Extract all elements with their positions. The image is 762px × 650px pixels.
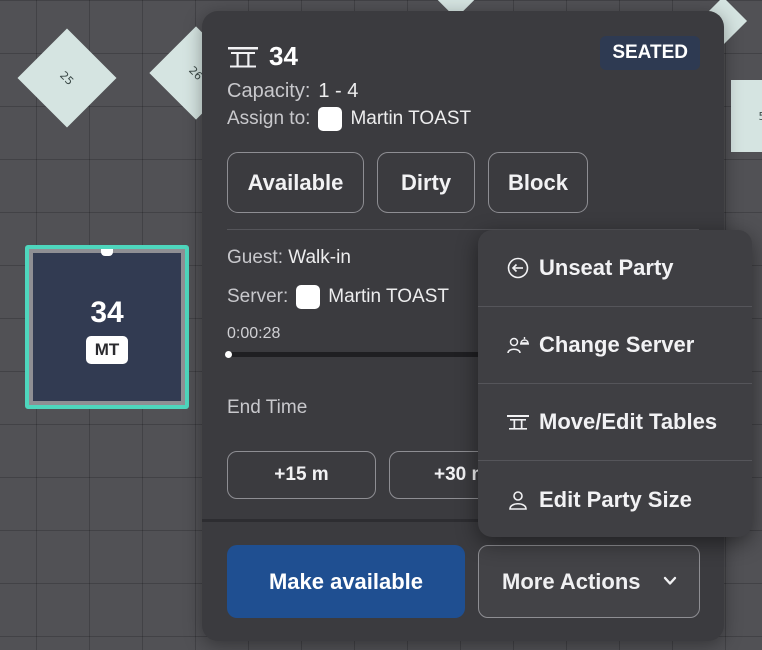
end-time-label: End Time [227, 397, 308, 418]
seating-progress-bar [225, 351, 487, 358]
panel-title: 34 [269, 41, 298, 71]
make-available-button[interactable]: Make available [227, 545, 465, 618]
elapsed-timer: 0:00:28 [227, 325, 281, 342]
person-icon [509, 490, 527, 510]
more-actions-button[interactable]: More Actions [478, 545, 700, 618]
guest-label: Guest: [227, 247, 283, 268]
assign-line[interactable]: Assign to: Martin TOAST [227, 107, 699, 131]
menu-item-unseat-party[interactable]: Unseat Party [478, 230, 752, 307]
capacity-label: Capacity: [227, 80, 311, 102]
menu-item-move-edit-tables[interactable]: Move/Edit Tables [478, 384, 752, 461]
server-label: Server: [227, 286, 289, 307]
guest-line: Guest: Walk-in [227, 247, 351, 269]
table-icon [228, 46, 258, 67]
block-button[interactable]: Block [488, 152, 588, 213]
floor-table-5[interactable]: 5 [731, 80, 762, 152]
more-actions-label: More Actions [502, 568, 641, 594]
unseat-icon [507, 257, 529, 279]
menu-item-label: Edit Party Size [539, 486, 692, 512]
seat-marker [101, 249, 113, 256]
selected-table-number: 34 [90, 296, 124, 329]
capacity-value: 1 - 4 [318, 80, 359, 102]
server-value: Martin TOAST [328, 286, 449, 307]
server-initials-badge: MT [85, 336, 129, 364]
floor-table-25[interactable]: 25 [17, 28, 117, 128]
server-color-swatch [318, 107, 343, 131]
dirty-button[interactable]: Dirty [377, 152, 475, 213]
assign-value: Martin TOAST [350, 108, 472, 129]
menu-item-label: Move/Edit Tables [539, 409, 718, 434]
guest-value: Walk-in [288, 247, 351, 268]
selected-table-body: 34 MT [33, 249, 181, 401]
add-15-min-button[interactable]: +15 m [227, 451, 376, 499]
progress-handle [225, 351, 232, 358]
menu-item-edit-party-size[interactable]: Edit Party Size [478, 461, 752, 537]
available-button[interactable]: Available [227, 152, 364, 213]
change-server-icon [507, 337, 529, 354]
chevron-down-icon [663, 576, 677, 585]
table-icon [507, 415, 529, 430]
more-actions-menu: Unseat Party Change Server Move/Edit Tab… [478, 230, 752, 537]
capacity-line: Capacity: 1 - 4 [227, 80, 699, 103]
panel-header: 34 SEATED Capacity: 1 - 4 Assign to: Mar… [202, 11, 724, 213]
status-badge: SEATED [600, 36, 700, 70]
assign-label: Assign to: [227, 108, 311, 129]
server-line: Server: Martin TOAST [227, 285, 449, 309]
menu-item-label: Change Server [539, 332, 695, 357]
menu-item-label: Unseat Party [539, 255, 674, 280]
status-buttons: Available Dirty Block [227, 152, 699, 213]
selected-table-34[interactable]: 34 MT [25, 245, 189, 409]
server-color-swatch [296, 285, 321, 309]
floor-table-label: 5 [759, 110, 762, 123]
menu-item-change-server[interactable]: Change Server [478, 307, 752, 384]
floor-table-label: 25 [57, 68, 77, 88]
